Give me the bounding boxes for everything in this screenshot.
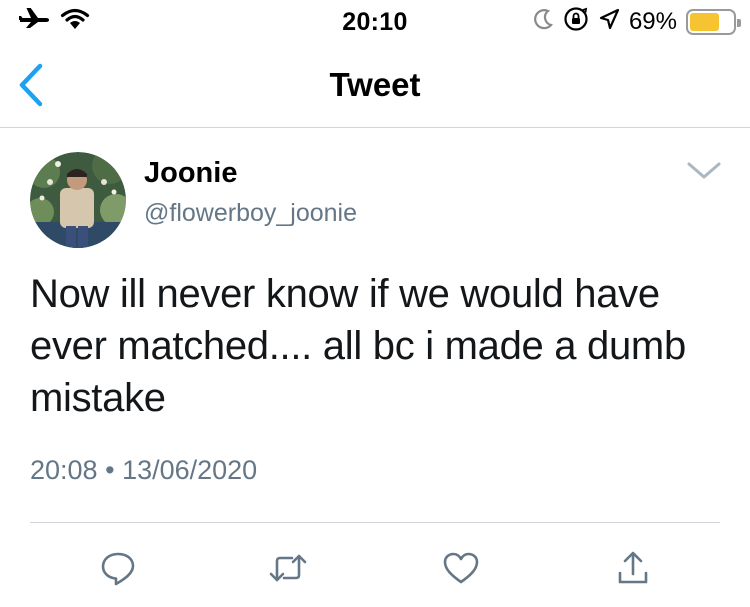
status-right: 69% <box>534 6 741 37</box>
battery-icon <box>686 8 741 35</box>
retweet-icon <box>269 554 307 582</box>
heart-icon <box>443 552 479 584</box>
tweet-timestamp: 20:08 • 13/06/2020 <box>30 455 257 486</box>
divider <box>30 522 720 523</box>
share-button[interactable] <box>613 548 653 588</box>
avatar[interactable] <box>30 152 126 248</box>
reply-icon <box>101 552 135 586</box>
user-handle[interactable]: @flowerboy_joonie <box>144 199 357 228</box>
reply-button[interactable] <box>98 548 138 588</box>
tweet-text: Now ill never know if we would have ever… <box>30 272 686 420</box>
tweet-time: 20:08 <box>30 455 98 485</box>
orientation-lock-icon <box>563 6 589 37</box>
retweet-button[interactable] <box>268 548 308 588</box>
chevron-down-icon <box>687 162 721 179</box>
user-name[interactable]: Joonie <box>144 157 237 190</box>
location-icon <box>598 7 620 36</box>
tweet-options-button[interactable] <box>686 160 722 182</box>
meta-separator: • <box>105 455 115 485</box>
page-title: Tweet <box>329 66 421 103</box>
battery-level <box>690 12 719 31</box>
share-icon <box>618 551 648 584</box>
status-bar: 20:10 69% <box>0 0 750 42</box>
battery-percent: 69% <box>628 7 677 35</box>
moon-icon <box>534 7 554 36</box>
tweet-date: 13/06/2020 <box>122 455 258 485</box>
nav-bar: Tweet <box>0 42 750 128</box>
like-button[interactable] <box>441 548 481 588</box>
battery-tip <box>737 18 741 27</box>
